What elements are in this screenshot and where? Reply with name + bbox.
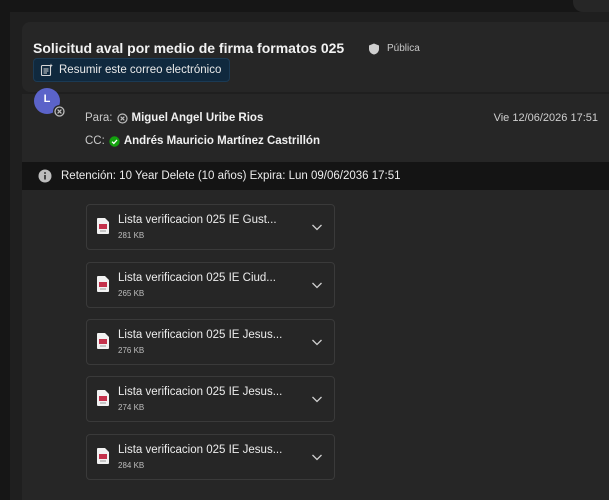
attachment-size: 274 KB xyxy=(118,403,145,412)
cc-label: CC: xyxy=(85,135,105,147)
to-row: Para: Miguel Angel Uribe Rios xyxy=(85,112,263,124)
sent-date: Vie 12/06/2026 17:51 xyxy=(493,112,598,124)
pdf-file-icon xyxy=(97,448,109,464)
sensitivity-label[interactable]: Pública xyxy=(387,43,420,54)
message-panel: L Para: Miguel Angel Uribe Rios Vie 12/0… xyxy=(22,88,609,500)
summarize-label: Resumir este correo electrónico xyxy=(59,64,222,76)
email-header: Solicitud aval por medio de firma format… xyxy=(22,22,609,92)
attachment-card[interactable]: Lista verificacion 025 IE Jesus... 276 K… xyxy=(86,319,335,365)
attachment-size: 276 KB xyxy=(118,346,145,355)
attachment-size: 281 KB xyxy=(118,231,145,240)
retention-text: Retención: 10 Year Delete (10 años) Expi… xyxy=(61,170,401,182)
attachment-card[interactable]: Lista verificacion 025 IE Gust... 281 KB xyxy=(86,204,335,250)
attachment-size: 265 KB xyxy=(118,289,145,298)
to-label: Para: xyxy=(85,112,113,124)
attachment-name: Lista verificacion 025 IE Jesus... xyxy=(118,329,283,341)
attachment-name: Lista verificacion 025 IE Gust... xyxy=(118,214,277,226)
summarize-button[interactable]: Resumir este correo electrónico xyxy=(33,58,231,82)
declined-icon xyxy=(53,105,66,118)
attachment-card[interactable]: Lista verificacion 025 IE Jesus... 284 K… xyxy=(86,434,335,480)
pdf-file-icon xyxy=(97,276,109,292)
attachment-card[interactable]: Lista verificacion 025 IE Ciud... 265 KB xyxy=(86,262,335,308)
summarize-icon xyxy=(40,63,53,77)
cc-row: CC: Andrés Mauricio Martínez Castrillón xyxy=(85,135,320,147)
declined-icon xyxy=(116,112,128,124)
to-recipient[interactable]: Miguel Angel Uribe Rios xyxy=(132,112,264,124)
top-strip xyxy=(0,0,609,12)
top-strip-nub xyxy=(573,0,609,12)
chevron-down-icon[interactable] xyxy=(311,393,323,405)
pdf-file-icon xyxy=(97,218,109,234)
shield-icon xyxy=(369,43,379,55)
pdf-file-icon xyxy=(97,390,109,406)
attachment-name: Lista verificacion 025 IE Ciud... xyxy=(118,272,276,284)
info-icon xyxy=(38,169,52,183)
accepted-icon xyxy=(109,135,120,147)
chevron-down-icon[interactable] xyxy=(311,451,323,463)
left-edge xyxy=(0,12,10,500)
attachment-name: Lista verificacion 025 IE Jesus... xyxy=(118,444,283,456)
attachment-card[interactable]: Lista verificacion 025 IE Jesus... 274 K… xyxy=(86,376,335,422)
retention-banner: Retención: 10 Year Delete (10 años) Expi… xyxy=(22,162,609,190)
email-subject: Solicitud aval por medio de firma format… xyxy=(33,40,345,56)
attachment-name: Lista verificacion 025 IE Jesus... xyxy=(118,386,283,398)
cc-recipient[interactable]: Andrés Mauricio Martínez Castrillón xyxy=(124,135,320,147)
pdf-file-icon xyxy=(97,333,109,349)
attachment-size: 284 KB xyxy=(118,461,145,470)
chevron-down-icon[interactable] xyxy=(311,221,323,233)
chevron-down-icon[interactable] xyxy=(311,336,323,348)
chevron-down-icon[interactable] xyxy=(311,279,323,291)
